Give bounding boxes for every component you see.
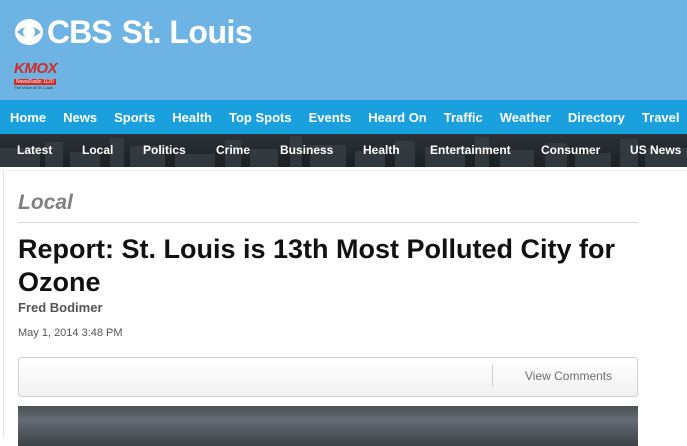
kmox-logo[interactable]: KMOX NewsRadio 1120 The Voice of St. Lou… xyxy=(14,60,70,90)
kmox-name: KMOX xyxy=(14,60,58,77)
subnav-item-latest[interactable]: Latest xyxy=(17,134,52,167)
nav-item-heard-on[interactable]: Heard On xyxy=(368,110,427,125)
subnav-item-consumer[interactable]: Consumer xyxy=(541,134,600,167)
nav-item-travel[interactable]: Travel xyxy=(642,110,680,125)
nav-item-health[interactable]: Health xyxy=(172,110,212,125)
article-author[interactable]: Fred Bodimer xyxy=(18,300,103,315)
article-card: Local Report: St. Louis is 13th Most Pol… xyxy=(3,170,687,446)
article-hero-image xyxy=(18,406,638,446)
brand-name: CBS xyxy=(47,14,113,50)
subnav-item-health[interactable]: Health xyxy=(363,134,400,167)
secondary-nav: Latest Local Politics Crime Business Hea… xyxy=(0,134,687,167)
subnav-item-politics[interactable]: Politics xyxy=(143,134,186,167)
comments-divider xyxy=(492,365,493,387)
nav-item-news[interactable]: News xyxy=(63,110,97,125)
subnav-item-entertainment[interactable]: Entertainment xyxy=(430,134,511,167)
nav-item-top-spots[interactable]: Top Spots xyxy=(229,110,292,125)
subnav-item-business[interactable]: Business xyxy=(280,134,333,167)
comments-bar: View Comments xyxy=(18,357,638,397)
nav-item-weather[interactable]: Weather xyxy=(500,110,551,125)
section-divider xyxy=(18,222,638,223)
nav-item-sports[interactable]: Sports xyxy=(114,110,155,125)
subnav-item-local[interactable]: Local xyxy=(82,134,113,167)
subnav-item-us-news[interactable]: US News xyxy=(630,134,681,167)
section-label[interactable]: Local xyxy=(18,191,73,215)
nav-item-directory[interactable]: Directory xyxy=(568,110,625,125)
cbs-eye-icon xyxy=(14,17,44,47)
nav-item-events[interactable]: Events xyxy=(309,110,352,125)
city-name: St. Louis xyxy=(121,14,253,50)
article-headline: Report: St. Louis is 13th Most Polluted … xyxy=(18,234,616,297)
nav-item-traffic[interactable]: Traffic xyxy=(444,110,483,125)
article-timestamp: May 1, 2014 3:48 PM xyxy=(18,327,123,339)
cbs-st-louis-logo[interactable]: CBS St. Louis xyxy=(14,14,253,50)
primary-nav: Home News Sports Health Top Spots Events… xyxy=(0,100,687,134)
kmox-tagline: The Voice of St. Louis xyxy=(14,85,53,90)
nav-item-home[interactable]: Home xyxy=(10,110,46,125)
view-comments-button[interactable]: View Comments xyxy=(525,369,612,383)
site-header: CBS St. Louis KMOX NewsRadio 1120 The Vo… xyxy=(0,0,687,100)
subnav-item-crime[interactable]: Crime xyxy=(216,134,250,167)
